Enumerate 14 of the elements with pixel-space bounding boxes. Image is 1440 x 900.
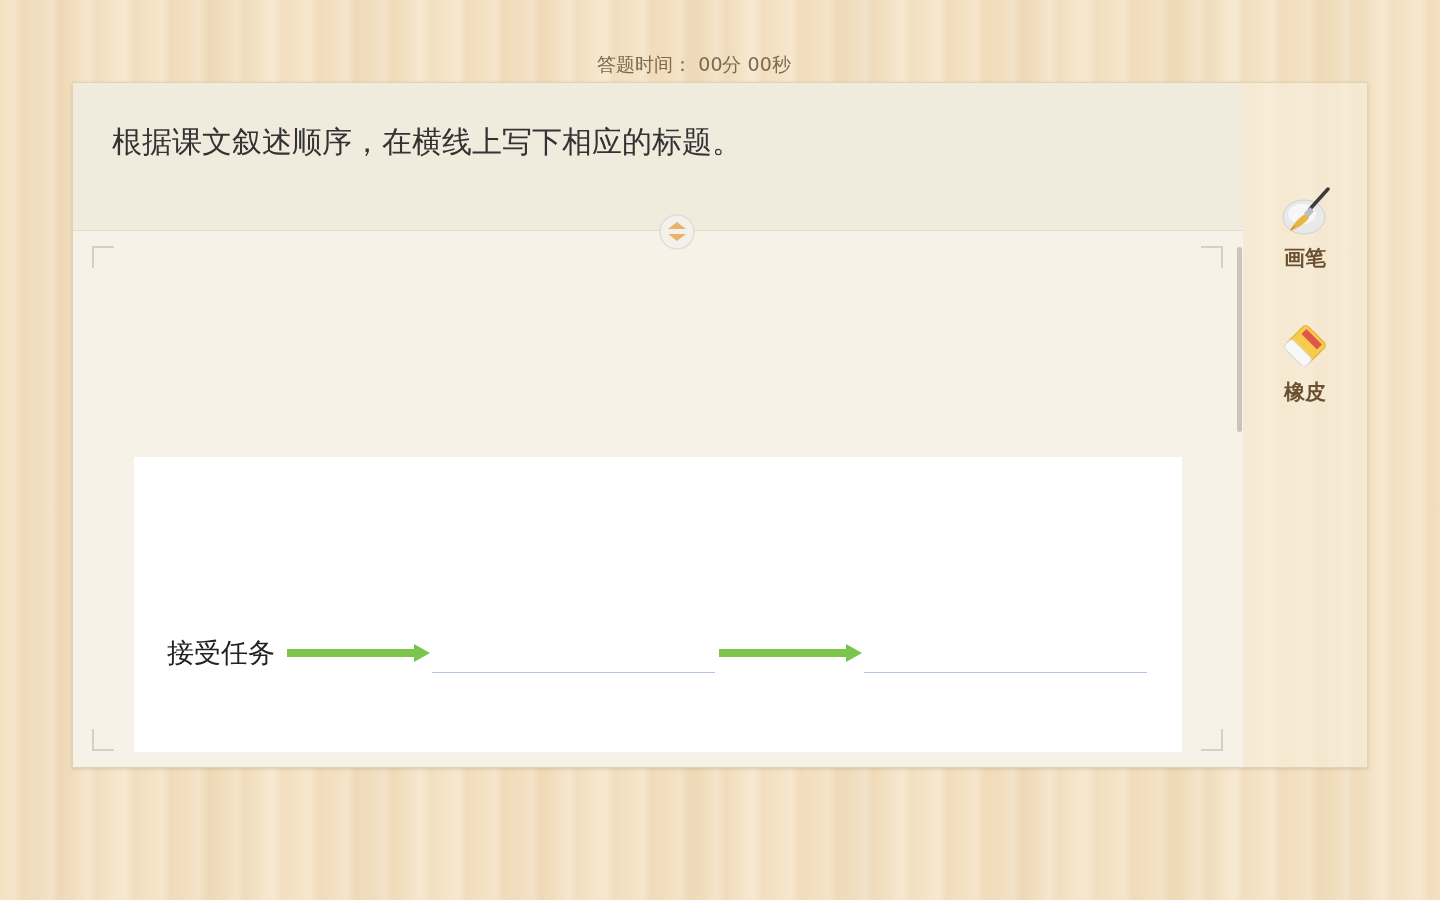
paintbrush-icon <box>1280 187 1330 237</box>
question-prompt: 根据课文叙述顺序，在横线上写下相应的标题。 <box>112 123 742 161</box>
corner-bracket-icon <box>1201 246 1223 268</box>
brush-tool-button[interactable]: 画笔 <box>1276 185 1334 273</box>
collapse-handle-icon[interactable] <box>659 214 695 250</box>
corner-bracket-icon <box>92 246 114 268</box>
scrollbar-thumb[interactable] <box>1237 247 1242 432</box>
eraser-tool-button[interactable]: 橡皮 <box>1276 319 1334 407</box>
step-label: 接受任务 <box>167 636 275 670</box>
corner-bracket-icon <box>1201 729 1223 751</box>
right-arrow-icon <box>719 644 862 662</box>
answer-timer: 答题时间： 00分 00秒 <box>597 52 791 77</box>
corner-bracket-icon <box>92 729 114 751</box>
right-arrow-icon <box>287 644 430 662</box>
